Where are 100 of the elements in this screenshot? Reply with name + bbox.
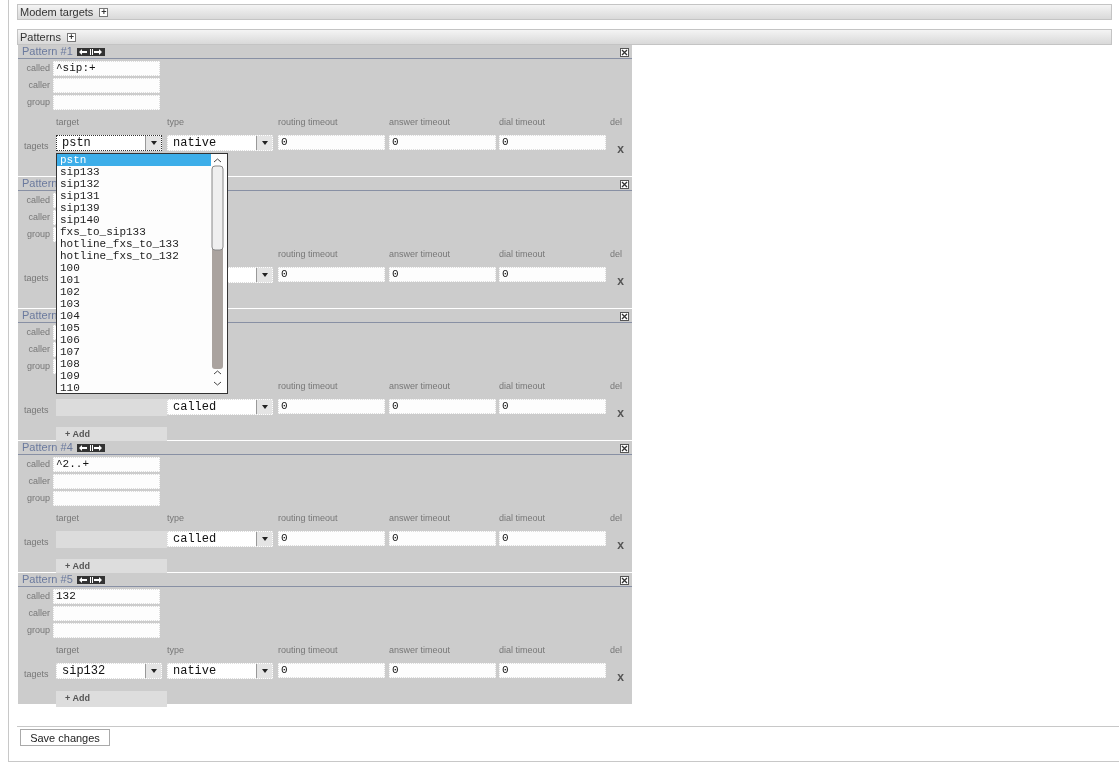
dropdown-option[interactable]: 104 xyxy=(57,310,211,322)
input-field[interactable] xyxy=(53,95,160,110)
column-label: del xyxy=(610,250,622,259)
close-icon[interactable] xyxy=(620,576,629,585)
input-field[interactable]: 0 xyxy=(278,663,385,678)
select-field[interactable]: native xyxy=(167,135,273,151)
input-field[interactable]: 0 xyxy=(278,135,385,150)
dropdown-option[interactable]: 102 xyxy=(57,286,211,298)
input-field[interactable]: 0 xyxy=(499,399,606,414)
input-field[interactable]: 0 xyxy=(278,267,385,282)
pattern-title: Pattern #4 xyxy=(22,442,73,453)
section-title: Patterns xyxy=(20,31,61,43)
delete-button[interactable]: x xyxy=(617,143,625,157)
expand-toggle[interactable]: + xyxy=(66,32,76,42)
field-label: caller xyxy=(27,342,51,356)
dropdown-option[interactable]: 103 xyxy=(57,298,211,310)
section-title: Modem targets xyxy=(20,6,94,18)
pattern-title: Pattern #1 xyxy=(22,46,73,57)
delete-button[interactable]: x xyxy=(617,539,625,553)
dropdown-option[interactable]: fxs_to_sip133 xyxy=(57,226,211,238)
input-field[interactable]: ^sip:+ xyxy=(53,61,160,76)
dropdown-option[interactable]: 100 xyxy=(57,262,211,274)
column-label: answer timeout xyxy=(389,118,451,127)
input-field[interactable]: 132 xyxy=(53,589,160,604)
column-label: target xyxy=(56,514,79,523)
close-icon[interactable] xyxy=(620,48,629,57)
input-field[interactable]: 0 xyxy=(499,531,606,546)
column-label: type xyxy=(167,514,184,523)
save-button[interactable]: Save changes xyxy=(20,729,110,746)
row-label: tagets xyxy=(24,140,49,153)
dropdown-option[interactable]: sip131 xyxy=(57,190,211,202)
field-label: called xyxy=(25,325,51,339)
input-field[interactable]: 0 xyxy=(389,135,496,150)
column-label: answer timeout xyxy=(389,646,451,655)
pattern-title: Pattern #5 xyxy=(22,574,73,585)
dropdown-option[interactable]: 108 xyxy=(57,358,211,370)
select-field[interactable]: called xyxy=(167,399,273,415)
input-field[interactable]: 0 xyxy=(389,267,496,282)
field-label: caller xyxy=(27,474,51,488)
field-label: group xyxy=(25,623,51,637)
dropdown-option[interactable]: 107 xyxy=(57,346,211,358)
column-label: routing timeout xyxy=(278,646,338,655)
dropdown-option[interactable]: hotline_fxs_to_133 xyxy=(57,238,211,250)
input-field[interactable] xyxy=(53,491,160,506)
column-label: routing timeout xyxy=(278,118,338,127)
column-label: answer timeout xyxy=(389,250,451,259)
delete-button[interactable]: x xyxy=(617,671,625,685)
field-label: group xyxy=(25,227,51,241)
close-icon[interactable] xyxy=(620,312,629,321)
dropdown-option[interactable]: 105 xyxy=(57,322,211,334)
field-label: called xyxy=(25,193,51,207)
input-field[interactable]: 0 xyxy=(499,135,606,150)
dropdown-option[interactable]: hotline_fxs_to_132 xyxy=(57,250,211,262)
row-label: tagets xyxy=(24,536,49,549)
column-label: del xyxy=(610,118,622,127)
input-field[interactable]: 0 xyxy=(499,663,606,678)
delete-button[interactable]: x xyxy=(617,275,625,289)
select-field[interactable]: pstn xyxy=(56,135,162,151)
add-button[interactable]: + Add xyxy=(56,426,167,443)
add-button[interactable]: + Add xyxy=(56,690,167,707)
dropdown-option[interactable]: sip132 xyxy=(57,178,211,190)
column-label: answer timeout xyxy=(389,382,451,391)
dropdown-option[interactable]: sip133 xyxy=(57,166,211,178)
expand-toggle[interactable]: + xyxy=(99,7,109,17)
add-button[interactable]: + Add xyxy=(56,558,167,575)
input-field[interactable]: 0 xyxy=(389,531,496,546)
column-label: dial timeout xyxy=(499,118,546,127)
input-field[interactable]: 0 xyxy=(389,663,496,678)
row-label: tagets xyxy=(24,272,49,285)
field-label: group xyxy=(25,95,51,109)
column-label: target xyxy=(56,646,79,655)
input-field[interactable]: 0 xyxy=(278,399,385,414)
input-field[interactable]: 0 xyxy=(278,531,385,546)
input-field[interactable]: ^2..+ xyxy=(53,457,160,472)
field-label: group xyxy=(25,359,51,373)
reorder-arrows-icon[interactable] xyxy=(76,47,105,56)
select-field[interactable]: sip132 xyxy=(56,663,162,679)
input-field[interactable]: 0 xyxy=(499,267,606,282)
row-label: tagets xyxy=(24,404,49,417)
dropdown-option[interactable]: sip140 xyxy=(57,214,211,226)
delete-button[interactable]: x xyxy=(617,407,625,421)
dropdown-option[interactable]: 110 xyxy=(57,382,211,393)
dropdown-option[interactable]: 106 xyxy=(57,334,211,346)
dropdown-menu[interactable]: pstn sip133 sip132 sip131 sip139 sip140 fxs_to_sip133 hotline_fxs_to_133 hotline_fxs_to_132 100 101 102 103 104 105 106 107 108 109 110 xyxy=(56,153,228,394)
select-field[interactable]: native xyxy=(167,663,273,679)
reorder-arrows-icon[interactable] xyxy=(76,443,105,452)
input-field[interactable] xyxy=(53,78,160,93)
reorder-arrows-icon[interactable] xyxy=(76,575,105,584)
dropdown-option[interactable]: 101 xyxy=(57,274,211,286)
input-field[interactable] xyxy=(53,474,160,489)
select-field[interactable]: called xyxy=(167,531,273,547)
close-icon[interactable] xyxy=(620,444,629,453)
input-field[interactable]: 0 xyxy=(389,399,496,414)
close-icon[interactable] xyxy=(620,180,629,189)
column-label: type xyxy=(167,646,184,655)
dropdown-option[interactable]: 109 xyxy=(57,370,211,382)
input-field[interactable] xyxy=(53,606,160,621)
column-label: type xyxy=(167,118,184,127)
input-field[interactable] xyxy=(53,623,160,638)
dropdown-option[interactable]: sip139 xyxy=(57,202,211,214)
